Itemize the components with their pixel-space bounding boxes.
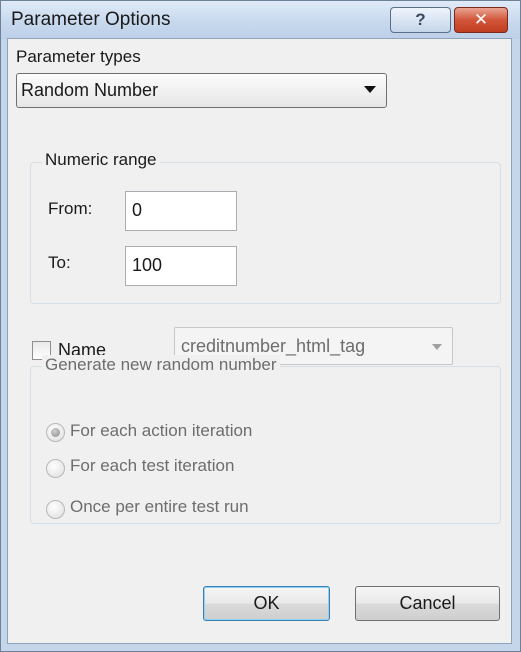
radio-once-per-test-run-label: Once per entire test run [70, 497, 249, 516]
to-input[interactable]: 100 [125, 246, 237, 286]
to-value: 100 [132, 255, 163, 275]
parameter-types-dropdown[interactable]: Random Number [16, 73, 387, 108]
numeric-range-group [30, 162, 501, 304]
cancel-button[interactable]: Cancel [355, 586, 500, 621]
numeric-range-title: Numeric range [42, 150, 160, 170]
chevron-down-icon [364, 86, 376, 93]
parameter-types-value: Random Number [21, 80, 159, 100]
to-label: To: [48, 253, 71, 272]
radio-each-action-iteration-label: For each action iteration [70, 421, 253, 440]
ok-button-label: OK [253, 593, 280, 613]
cancel-button-label: Cancel [399, 593, 456, 613]
from-value: 0 [132, 200, 143, 220]
radio-each-test-iteration-label: For each test iteration [70, 456, 235, 475]
from-label: From: [48, 199, 93, 218]
radio-once-per-test-run[interactable] [46, 500, 65, 519]
radio-each-action-iteration[interactable] [46, 423, 65, 442]
parameter-types-label: Parameter types [16, 47, 141, 66]
ok-button[interactable]: OK [203, 586, 330, 621]
from-input[interactable]: 0 [125, 191, 237, 231]
name-dropdown-value: creditnumber_html_tag [181, 336, 366, 356]
radio-each-test-iteration[interactable] [46, 459, 65, 478]
generate-random-title: Generate new random number [42, 355, 280, 375]
chevron-down-icon [432, 344, 442, 350]
